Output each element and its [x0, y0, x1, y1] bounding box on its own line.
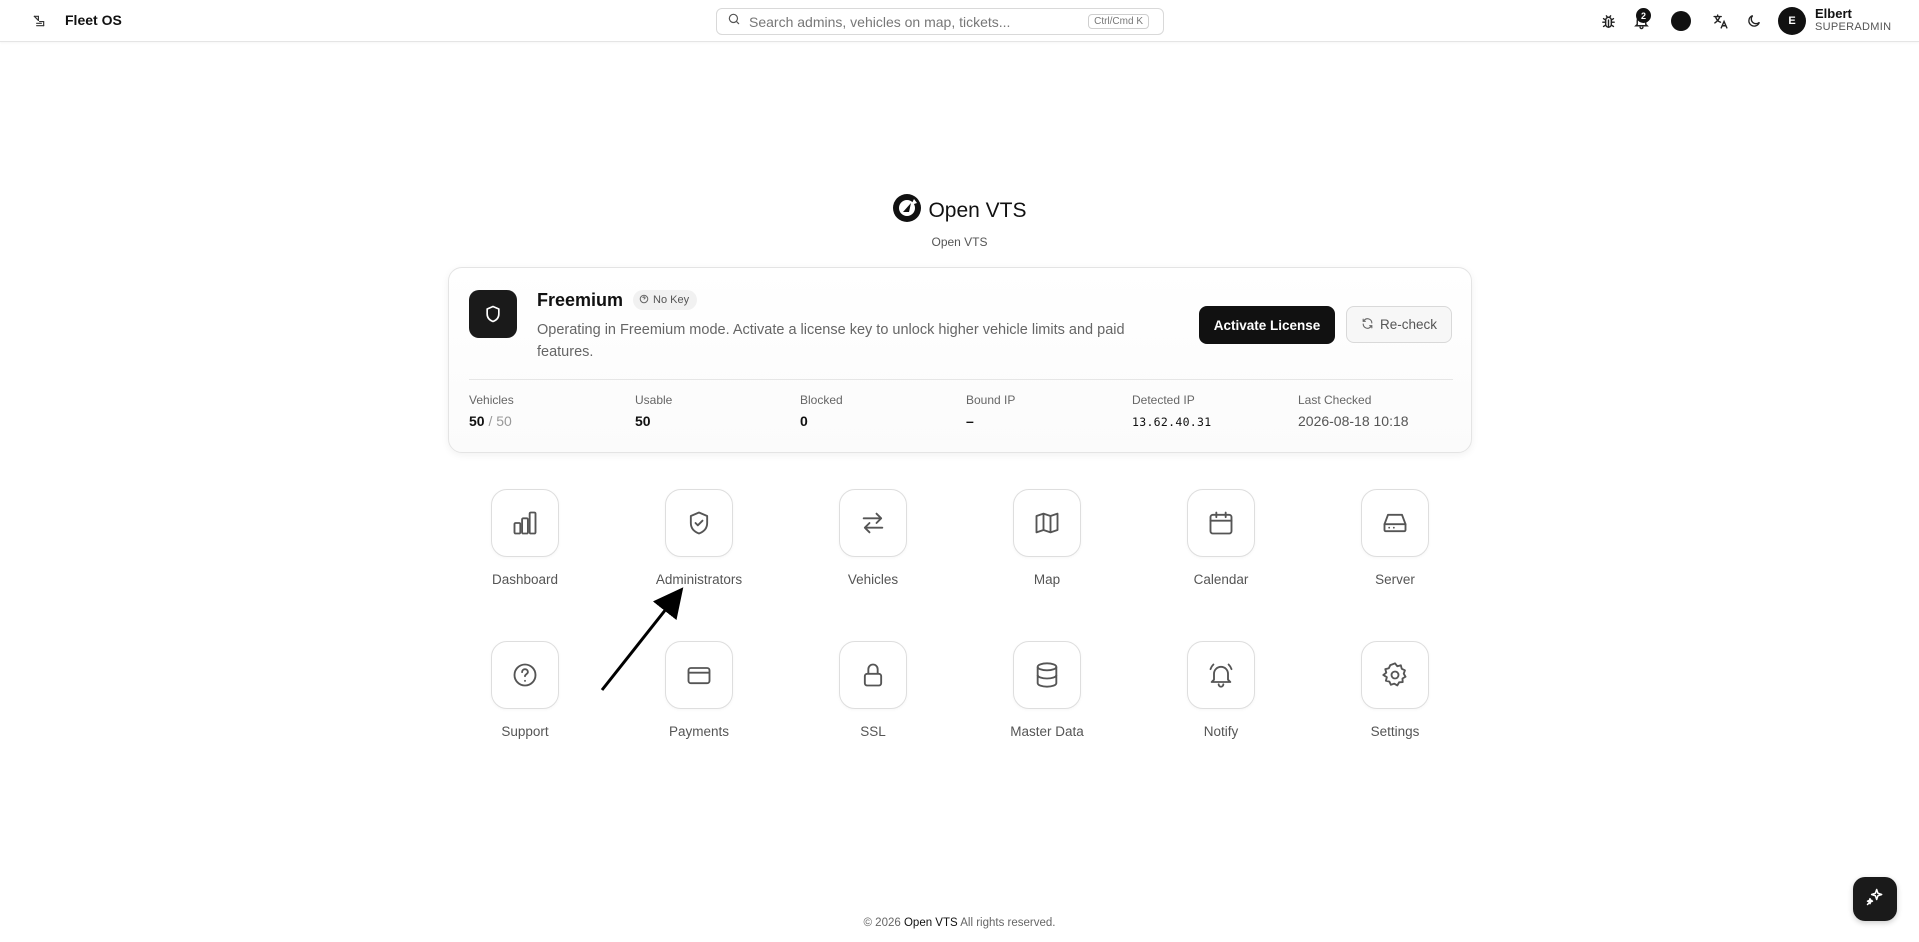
footer: © 2026 Open VTS All rights reserved. — [0, 917, 1919, 929]
stat-value: 50 / 50 — [469, 413, 512, 429]
stat-blocked: Blocked 0 — [800, 393, 960, 429]
search-shortcut-hint: Ctrl/Cmd K — [1088, 14, 1149, 29]
plan-name: Freemium — [537, 290, 624, 310]
key-status-badge: No Key — [633, 290, 698, 310]
app-settings[interactable]: Settings — [1330, 641, 1460, 739]
avatar[interactable]: E — [1778, 7, 1806, 35]
lock-icon — [839, 641, 907, 709]
moon-icon[interactable] — [1743, 10, 1765, 32]
app-label: Vehicles — [847, 572, 899, 587]
app-label: SSL — [860, 724, 886, 739]
footer-brand[interactable]: Open VTS — [904, 917, 958, 929]
stat-usable: Usable 50 — [635, 393, 795, 429]
app-title: Fleet OS — [65, 12, 122, 28]
open-vts-logo-icon — [892, 193, 922, 228]
app-label: Notify — [1203, 724, 1239, 739]
key-status-label: No Key — [653, 294, 690, 306]
stat-label: Vehicles — [469, 393, 514, 407]
arrows-swap-icon — [839, 489, 907, 557]
app-support[interactable]: Support — [460, 641, 590, 739]
bar-chart-icon — [491, 489, 559, 557]
map-icon — [1013, 489, 1081, 557]
translate-icon[interactable] — [1709, 10, 1731, 32]
stat-value: 13.62.40.31 — [1132, 415, 1212, 429]
calendar-icon — [1187, 489, 1255, 557]
app-server[interactable]: Server — [1330, 489, 1460, 587]
annotation-arrow — [600, 587, 684, 691]
theme-dot-icon[interactable] — [1671, 11, 1691, 31]
stat-last-checked: Last Checked 2026-08-18 10:18 — [1298, 393, 1458, 429]
card-divider — [469, 379, 1453, 380]
plan-description: Operating in Freemium mode. Activate a l… — [537, 322, 1125, 360]
help-circle-icon — [491, 641, 559, 709]
sparkles-icon — [1865, 887, 1885, 912]
database-icon — [1013, 641, 1081, 709]
app-label: Settings — [1370, 724, 1420, 739]
license-shield-icon — [469, 290, 517, 338]
footer-copyright: © 2026 — [863, 917, 901, 929]
app-notify[interactable]: Notify — [1156, 641, 1286, 739]
stat-label: Bound IP — [966, 393, 1016, 407]
app-label: Master Data — [1010, 724, 1084, 739]
stat-value: 50 — [635, 413, 651, 429]
stat-value: 0 — [800, 413, 808, 429]
brand-name: Open VTS — [928, 198, 1027, 222]
stat-value: – — [966, 413, 974, 429]
recheck-label: Re-check — [1379, 317, 1438, 332]
footer-rights: All rights reserved. — [960, 917, 1056, 929]
stat-label: Blocked — [800, 393, 843, 407]
app-map[interactable]: Map — [982, 489, 1112, 587]
app-label: Payments — [668, 724, 730, 739]
stat-detected-ip: Detected IP 13.62.40.31 — [1132, 393, 1292, 429]
assistant-fab[interactable] — [1853, 877, 1897, 921]
app-label: Administrators — [655, 572, 743, 587]
brand-subtitle: Open VTS — [931, 235, 988, 249]
app-payments[interactable]: Payments — [634, 641, 764, 739]
app-label: Map — [1033, 572, 1061, 587]
app-label: Server — [1375, 572, 1415, 587]
user-role: SUPERADMIN — [1815, 21, 1892, 33]
gear-icon — [1361, 641, 1429, 709]
refresh-icon — [1361, 317, 1374, 333]
notification-badge: 2 — [1636, 8, 1651, 23]
shield-check-icon — [665, 489, 733, 557]
bug-icon[interactable] — [1597, 10, 1619, 32]
stat-label: Usable — [635, 393, 673, 407]
stat-vehicles: Vehicles 50 / 50 — [469, 393, 629, 429]
app-master-data[interactable]: Master Data — [982, 641, 1112, 739]
license-card: Freemium No Key Operating in Freemium mo… — [448, 267, 1472, 453]
app-ssl[interactable]: SSL — [808, 641, 938, 739]
activate-license-button[interactable]: Activate License — [1199, 306, 1335, 344]
user-name[interactable]: Elbert — [1815, 6, 1852, 21]
stat-label: Last Checked — [1298, 393, 1372, 407]
brand-logo: Open VTS — [0, 193, 1919, 228]
app-label: Calendar — [1193, 572, 1249, 587]
app-label: Support — [501, 724, 549, 739]
hard-drive-icon — [1361, 489, 1429, 557]
app-label: Dashboard — [491, 572, 559, 587]
bell-ring-icon — [1187, 641, 1255, 709]
recheck-button[interactable]: Re-check — [1346, 306, 1452, 343]
stat-value: 2026-08-18 10:18 — [1298, 413, 1409, 429]
search-icon — [727, 12, 741, 31]
global-search[interactable]: Ctrl/Cmd K — [716, 8, 1164, 35]
sidebar-toggle-icon[interactable] — [28, 11, 50, 31]
help-circle-icon — [639, 294, 649, 307]
app-dashboard[interactable]: Dashboard — [460, 489, 590, 587]
stat-bound-ip: Bound IP – — [966, 393, 1126, 429]
app-administrators[interactable]: Administrators — [634, 489, 764, 587]
top-bar: Fleet OS Ctrl/Cmd K 2 E Elbert SUPERADMI… — [0, 0, 1919, 42]
credit-card-icon — [665, 641, 733, 709]
app-vehicles[interactable]: Vehicles — [808, 489, 938, 587]
app-calendar[interactable]: Calendar — [1156, 489, 1286, 587]
stat-label: Detected IP — [1132, 393, 1195, 407]
